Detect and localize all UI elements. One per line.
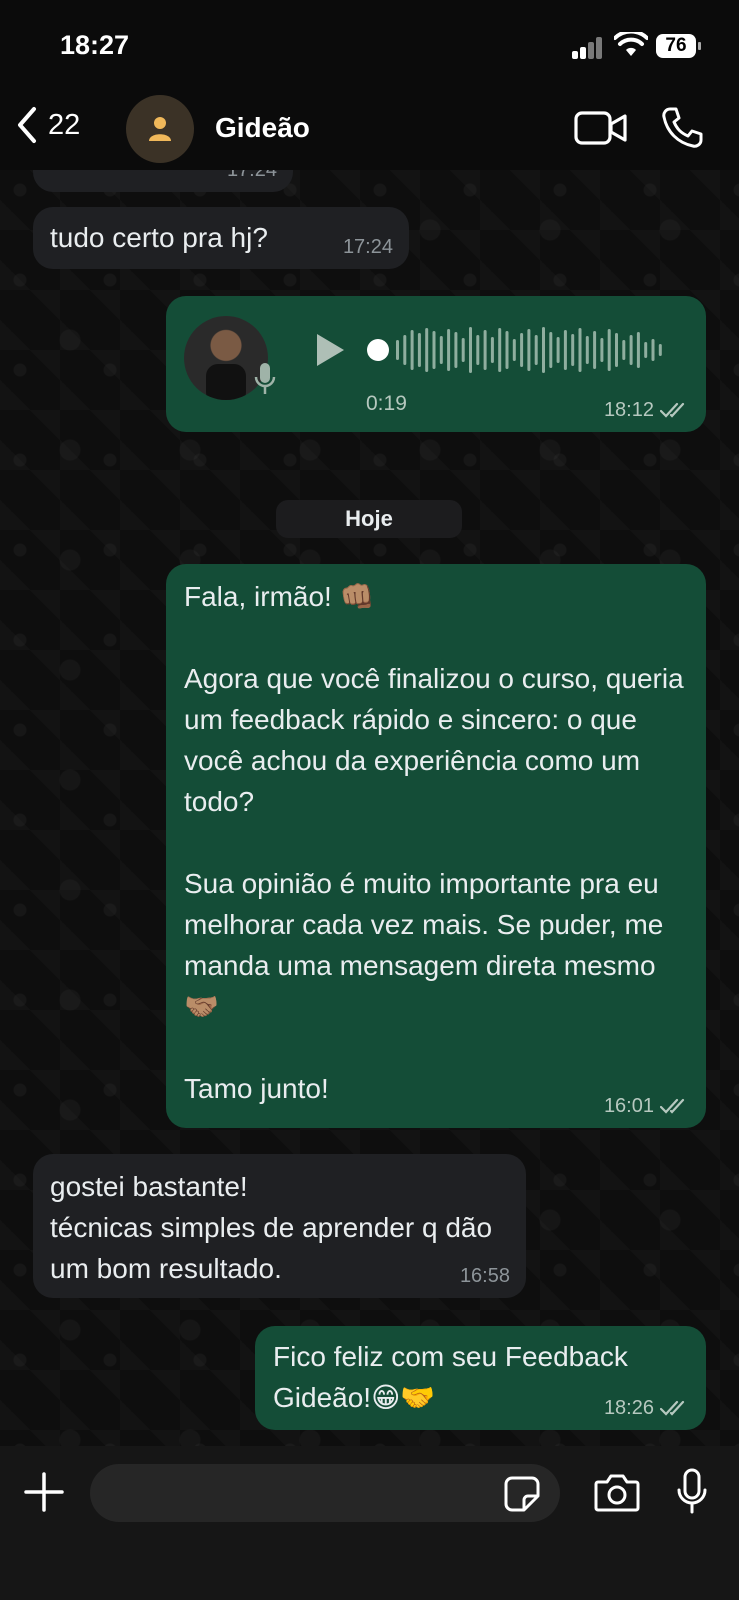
message-incoming[interactable]: tudo certo pra hj? 17:24 bbox=[33, 207, 409, 269]
microphone-icon[interactable] bbox=[676, 1468, 708, 1516]
waveform-bar bbox=[476, 335, 480, 365]
message-text: Fala, irmão! 👊🏽 Agora que você finalizou… bbox=[184, 581, 684, 1104]
waveform-bar bbox=[622, 340, 626, 360]
waveform-bar bbox=[534, 335, 538, 365]
audio-waveform[interactable] bbox=[366, 324, 686, 376]
sticker-icon[interactable] bbox=[504, 1476, 540, 1512]
message-outgoing[interactable]: Fala, irmão! 👊🏽 Agora que você finalizou… bbox=[166, 564, 706, 1128]
waveform-bar bbox=[490, 337, 494, 363]
video-call-icon[interactable] bbox=[574, 110, 628, 146]
waveform-bar bbox=[629, 335, 633, 365]
waveform-bar bbox=[410, 330, 414, 370]
waveform-bar bbox=[549, 332, 553, 368]
contact-name[interactable]: Gideão bbox=[215, 112, 310, 144]
message-time: 17:24 bbox=[342, 236, 393, 258]
back-button[interactable]: 22 bbox=[16, 106, 80, 144]
waveform-bar bbox=[556, 337, 560, 363]
double-check-icon bbox=[660, 1400, 685, 1416]
waveform-bar bbox=[461, 338, 465, 362]
plus-icon[interactable] bbox=[24, 1472, 64, 1512]
waveform-bar bbox=[483, 330, 487, 370]
date-separator: Hoje bbox=[276, 500, 462, 538]
waveform-bar bbox=[425, 328, 429, 372]
waveform-bar bbox=[403, 335, 407, 365]
waveform-bar bbox=[542, 327, 545, 373]
waveform-bar bbox=[658, 344, 662, 356]
camera-icon[interactable] bbox=[594, 1472, 640, 1512]
message-composer bbox=[0, 1446, 739, 1600]
cellular-signal-icon bbox=[572, 35, 604, 59]
wifi-icon bbox=[614, 32, 648, 56]
waveform-bar bbox=[505, 331, 509, 369]
waveform-bar bbox=[396, 340, 399, 360]
battery-indicator: 76 bbox=[656, 34, 701, 58]
waveform-bar bbox=[512, 339, 516, 361]
waveform-bar bbox=[417, 333, 421, 367]
waveform-bar bbox=[585, 336, 589, 364]
voice-duration: 0:19 bbox=[366, 392, 407, 415]
message-time: 18:12 bbox=[603, 399, 654, 421]
message-time: 16:58 bbox=[459, 1265, 510, 1287]
microphone-icon bbox=[254, 363, 276, 394]
waveform-bar bbox=[469, 327, 472, 373]
voice-message[interactable]: 0:19 18:12 bbox=[166, 296, 706, 432]
waveform-bar bbox=[439, 336, 443, 364]
chat-header: 22 Gideão bbox=[0, 90, 739, 170]
message-input[interactable] bbox=[90, 1464, 560, 1522]
double-check-icon bbox=[660, 1098, 685, 1114]
waveform-bar bbox=[644, 342, 648, 358]
waveform-bar bbox=[527, 329, 531, 371]
unread-count: 22 bbox=[48, 108, 81, 141]
back-chevron-icon bbox=[18, 107, 36, 143]
status-time: 18:27 bbox=[60, 30, 130, 60]
message-time: 18:26 bbox=[603, 1397, 654, 1419]
message-incoming[interactable]: gostei bastante! técnicas simples de apr… bbox=[33, 1154, 526, 1298]
message-text: gostei bastante! técnicas simples de apr… bbox=[50, 1171, 493, 1284]
message-time: 16:01 bbox=[603, 1095, 654, 1117]
message-outgoing[interactable]: Fico feliz com seu Feedback Gideão!😁🤝 18… bbox=[255, 1326, 706, 1430]
waveform-bar bbox=[636, 332, 640, 368]
phone-icon[interactable] bbox=[660, 106, 704, 150]
status-bar: 18:27 76 bbox=[0, 0, 739, 90]
waveform-bar bbox=[651, 339, 655, 361]
waveform-bar bbox=[520, 333, 524, 367]
waveform-bar bbox=[600, 338, 604, 362]
waveform-bar bbox=[563, 330, 567, 370]
waveform-bar bbox=[607, 329, 611, 371]
waveform-bar bbox=[498, 328, 502, 372]
contact-avatar[interactable] bbox=[126, 95, 194, 163]
person-icon bbox=[149, 117, 171, 141]
double-check-icon bbox=[660, 402, 685, 418]
waveform-bar bbox=[432, 331, 436, 369]
waveform-bar bbox=[578, 328, 582, 372]
waveform-bar bbox=[447, 329, 451, 371]
waveform-bar bbox=[454, 332, 458, 368]
play-icon[interactable] bbox=[314, 332, 346, 368]
waveform-bar bbox=[615, 333, 618, 367]
waveform-bar bbox=[593, 331, 597, 369]
waveform-bar bbox=[571, 334, 575, 366]
